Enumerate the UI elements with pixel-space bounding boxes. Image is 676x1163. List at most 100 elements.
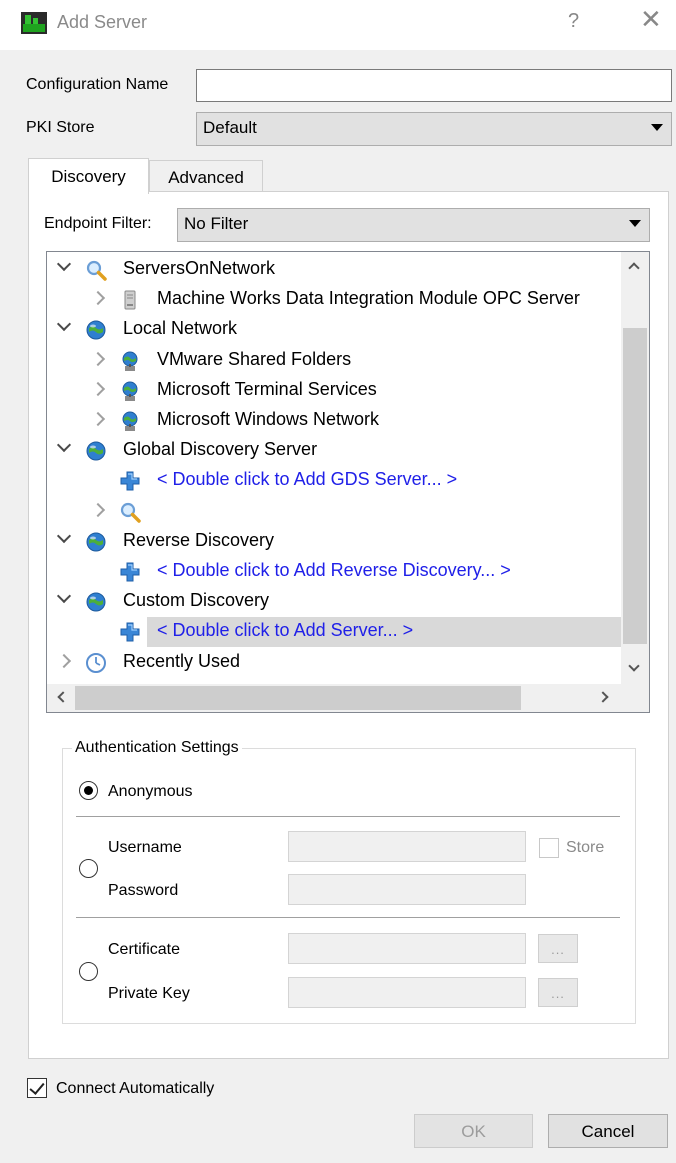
tree-node[interactable]: Custom Discovery bbox=[47, 587, 622, 617]
cancel-button[interactable]: Cancel bbox=[548, 1114, 668, 1148]
discovery-tree[interactable]: Recently Used < Double click to Add Serve… bbox=[46, 251, 650, 713]
tree-node-label: < Double click to Add Reverse Discovery.… bbox=[157, 560, 511, 580]
dropdown-arrow-icon bbox=[629, 220, 641, 227]
network-globe-icon bbox=[85, 591, 107, 613]
tree-node[interactable]: ServersOnNetwork bbox=[47, 255, 622, 285]
vertical-scrollbar[interactable] bbox=[621, 252, 649, 684]
network-host-icon bbox=[119, 350, 141, 372]
expand-chevron-right-icon[interactable] bbox=[90, 291, 106, 306]
anonymous-label: Anonymous bbox=[108, 783, 193, 800]
tree-node-label: Local Network bbox=[123, 318, 238, 339]
expand-chevron-down-icon[interactable] bbox=[56, 528, 72, 543]
expand-chevron-down-icon[interactable] bbox=[56, 317, 72, 332]
tab-advanced[interactable]: Advanced bbox=[149, 160, 263, 191]
search-icon bbox=[119, 501, 141, 523]
certificate-label: Certificate bbox=[108, 941, 181, 958]
pki-store-value: Default bbox=[203, 118, 257, 137]
certificate-browse-button[interactable]: ... bbox=[538, 934, 578, 963]
endpoint-filter-value: No Filter bbox=[184, 214, 249, 233]
close-button[interactable]: ✕ bbox=[640, 6, 662, 32]
tree-node-label: < Double click to Add GDS Server... > bbox=[157, 469, 458, 490]
tree-node[interactable]: Reverse Discovery bbox=[47, 527, 622, 557]
tree-node-label: Microsoft Terminal Services bbox=[157, 378, 377, 399]
network-globe-icon bbox=[85, 531, 107, 553]
tab-discovery[interactable]: Discovery bbox=[28, 158, 149, 194]
username-password-radio[interactable] bbox=[79, 859, 98, 878]
tree-node[interactable]: Local Network bbox=[47, 315, 622, 345]
password-field[interactable] bbox=[288, 874, 526, 905]
expand-chevron-right-icon[interactable] bbox=[90, 381, 106, 396]
network-host-icon bbox=[119, 410, 141, 432]
network-host-icon bbox=[119, 380, 141, 402]
expand-chevron-down-icon[interactable] bbox=[56, 256, 72, 272]
scroll-right-icon[interactable] bbox=[597, 691, 609, 703]
expand-chevron-right-icon[interactable] bbox=[90, 411, 106, 427]
tree-node[interactable]: Recently Used bbox=[47, 648, 622, 678]
private-key-label: Private Key bbox=[108, 985, 190, 1002]
private-key-browse-button[interactable]: ... bbox=[538, 978, 578, 1007]
add-plus-icon bbox=[119, 470, 141, 492]
add-plus-icon bbox=[119, 561, 141, 583]
search-icon bbox=[85, 259, 107, 281]
expand-chevron-right-icon[interactable] bbox=[90, 351, 106, 366]
horizontal-scrollbar[interactable] bbox=[47, 684, 649, 712]
tree-node-label: Microsoft Windows Network bbox=[157, 409, 380, 429]
password-label: Password bbox=[108, 882, 179, 899]
vertical-scroll-thumb[interactable] bbox=[623, 328, 647, 644]
tree-node-label: Machine Works Data Integration Module OP… bbox=[157, 288, 580, 309]
tree-node[interactable]: < Double click to Add Reverse Discovery.… bbox=[47, 557, 622, 587]
expand-chevron-right-icon[interactable] bbox=[90, 502, 106, 517]
help-button[interactable]: ? bbox=[568, 10, 579, 33]
add-plus-icon bbox=[119, 621, 141, 643]
tree-node-label: Recently Used bbox=[123, 650, 241, 671]
window-title: Add Server bbox=[57, 12, 148, 32]
expand-chevron-right-icon[interactable] bbox=[56, 653, 72, 668]
dropdown-arrow-icon bbox=[651, 124, 663, 131]
server-icon bbox=[119, 289, 141, 311]
certificate-radio[interactable] bbox=[79, 962, 98, 981]
tree-node-label: Global Discovery Server bbox=[123, 439, 318, 460]
endpoint-filter-label: Endpoint Filter: bbox=[44, 215, 152, 232]
store-checkbox[interactable] bbox=[539, 838, 559, 858]
ok-button[interactable]: OK bbox=[414, 1114, 533, 1148]
pki-store-label: PKI Store bbox=[26, 119, 95, 136]
clock-icon bbox=[85, 652, 107, 674]
authentication-group-title: Authentication Settings bbox=[72, 739, 242, 757]
config-name-label: Configuration Name bbox=[26, 76, 169, 93]
separator bbox=[76, 816, 620, 817]
connect-automatically-label: Connect Automatically bbox=[56, 1080, 215, 1097]
tree-node[interactable] bbox=[47, 497, 622, 527]
tree-node-label: ServersOnNetwork bbox=[123, 258, 276, 278]
scroll-left-icon[interactable] bbox=[57, 691, 69, 703]
tree-node[interactable]: Microsoft Windows Network bbox=[47, 406, 622, 436]
pki-store-select[interactable]: Default bbox=[196, 112, 672, 146]
store-label: Store bbox=[566, 839, 605, 856]
anonymous-radio[interactable] bbox=[79, 781, 98, 800]
tree-node-label: Custom Discovery bbox=[123, 590, 270, 611]
config-name-input[interactable] bbox=[196, 69, 672, 102]
username-field[interactable] bbox=[288, 831, 526, 862]
tree-node[interactable]: < Double click to Add Server... > bbox=[120, 617, 622, 648]
tree-node-label: < Double click to Add Server... > bbox=[157, 620, 414, 641]
tree-node[interactable]: Global Discovery Server bbox=[47, 436, 622, 466]
expand-chevron-down-icon[interactable] bbox=[56, 589, 72, 604]
tree-node[interactable]: VMware Shared Folders bbox=[47, 346, 622, 376]
scroll-up-icon[interactable] bbox=[628, 262, 640, 274]
private-key-field[interactable] bbox=[288, 977, 526, 1008]
title-bar: Add Server ? ✕ bbox=[0, 0, 676, 50]
connect-automatically-checkbox[interactable] bbox=[27, 1078, 47, 1098]
tree-node[interactable]: Microsoft Terminal Services bbox=[47, 376, 622, 406]
tree-node[interactable]: Machine Works Data Integration Module OP… bbox=[47, 285, 622, 315]
tree-node-label: VMware Shared Folders bbox=[157, 348, 352, 369]
username-label: Username bbox=[108, 839, 182, 856]
tree-node[interactable]: < Double click to Add GDS Server... > bbox=[47, 466, 622, 496]
tree-node-label: Reverse Discovery bbox=[123, 529, 275, 550]
certificate-field[interactable] bbox=[288, 933, 526, 964]
app-icon bbox=[21, 12, 47, 34]
endpoint-filter-select[interactable]: No Filter bbox=[177, 208, 650, 242]
expand-chevron-down-icon[interactable] bbox=[56, 438, 72, 453]
network-globe-icon bbox=[85, 440, 107, 462]
separator bbox=[76, 917, 620, 918]
horizontal-scroll-thumb[interactable] bbox=[75, 686, 521, 710]
scroll-down-icon[interactable] bbox=[628, 660, 640, 672]
